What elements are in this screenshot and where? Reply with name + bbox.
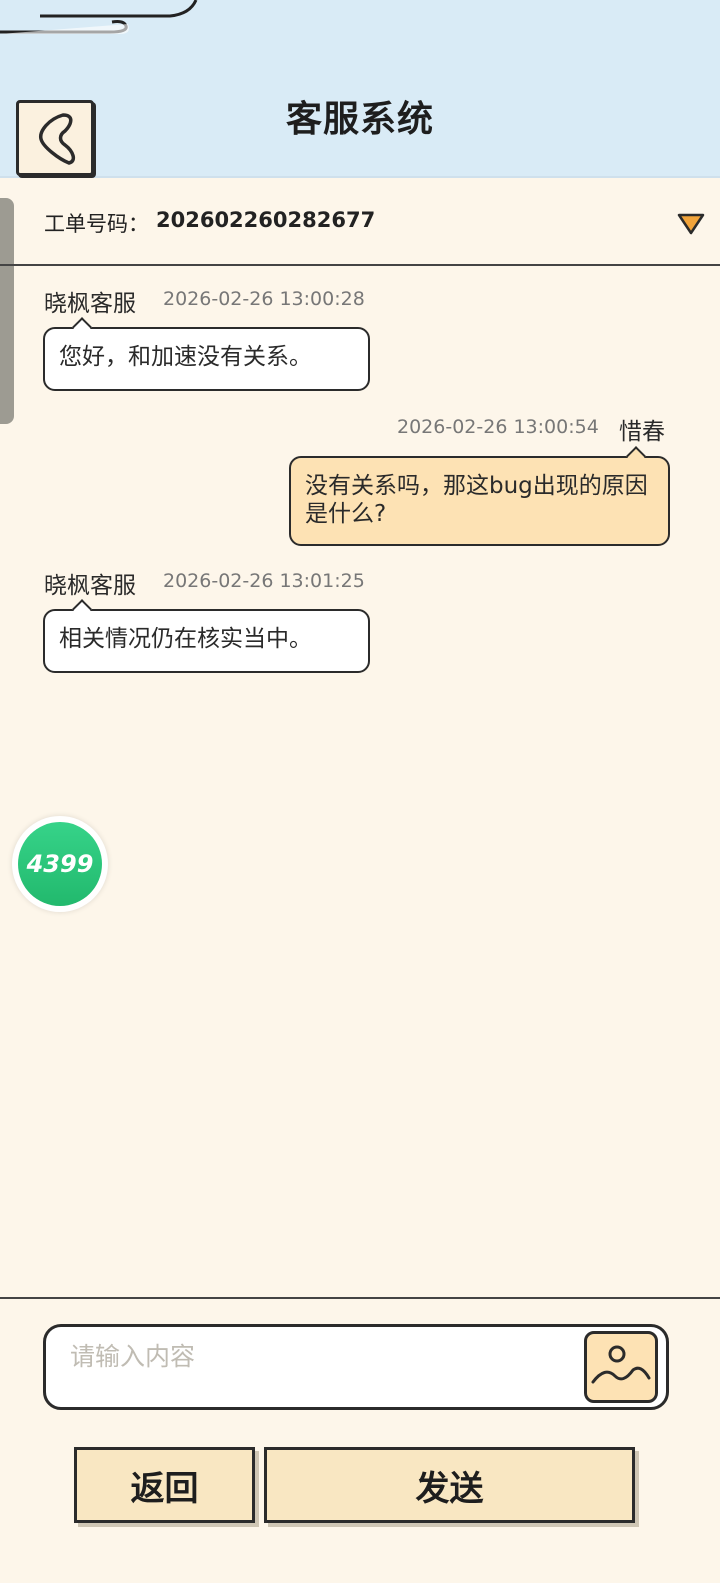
send-button[interactable]: 发送	[264, 1447, 635, 1523]
sender-name: 晓枫客服	[44, 291, 136, 317]
badge-4399-logo: 4399	[18, 822, 102, 906]
input-placeholder: 请输入内容	[70, 1342, 196, 1371]
sender-name: 惜春	[619, 419, 665, 445]
message-text: 相关情况仍在核实当中。	[59, 626, 312, 652]
dropdown-triangle-icon[interactable]	[676, 212, 706, 236]
send-button-label: 发送	[415, 1468, 484, 1509]
message-text: 您好，和加速没有关系。	[59, 344, 312, 370]
ticket-label: 工单号码：	[44, 212, 149, 236]
message-text: 没有关系吗，那这bug出现的原因是什么?	[305, 473, 648, 527]
bubble-tail	[72, 317, 92, 337]
page-title: 客服系统	[285, 99, 434, 140]
message-time: 2026-02-26 13:00:54	[397, 416, 599, 438]
header-bar: 客服系统	[0, 0, 720, 178]
message-time: 2026-02-26 13:00:28	[163, 288, 365, 310]
divider	[0, 1297, 720, 1299]
message-time: 2026-02-26 13:01:25	[163, 570, 365, 592]
sender-name: 晓枫客服	[44, 573, 136, 599]
ticket-row[interactable]: 工单号码： 202602260282677	[0, 178, 720, 266]
message-input[interactable]: 请输入内容	[43, 1324, 669, 1410]
message-bubble: 没有关系吗，那这bug出现的原因是什么?	[289, 446, 670, 546]
cloud-decoration-icon	[0, 0, 198, 34]
message-bubble: 相关情况仍在核实当中。	[43, 599, 370, 673]
bubble-tail	[72, 599, 92, 619]
bubble-tail	[626, 446, 646, 466]
back-button-bottom[interactable]: 返回	[74, 1447, 255, 1523]
floating-4399-button[interactable]: 4399	[12, 816, 108, 912]
image-icon	[591, 1345, 651, 1384]
image-upload-button[interactable]	[584, 1331, 658, 1403]
message-item: 2026-02-26 13:00:54 惜春 没有关系吗，那这bug出现的原因是…	[0, 412, 720, 548]
message-bubble: 您好，和加速没有关系。	[43, 317, 370, 391]
ticket-number: 202602260282677	[156, 208, 376, 232]
message-item: 晓枫客服 2026-02-26 13:00:28 您好，和加速没有关系。	[0, 284, 720, 394]
message-item: 晓枫客服 2026-02-26 13:01:25 相关情况仍在核实当中。	[0, 566, 720, 676]
back-button-label: 返回	[130, 1468, 199, 1509]
